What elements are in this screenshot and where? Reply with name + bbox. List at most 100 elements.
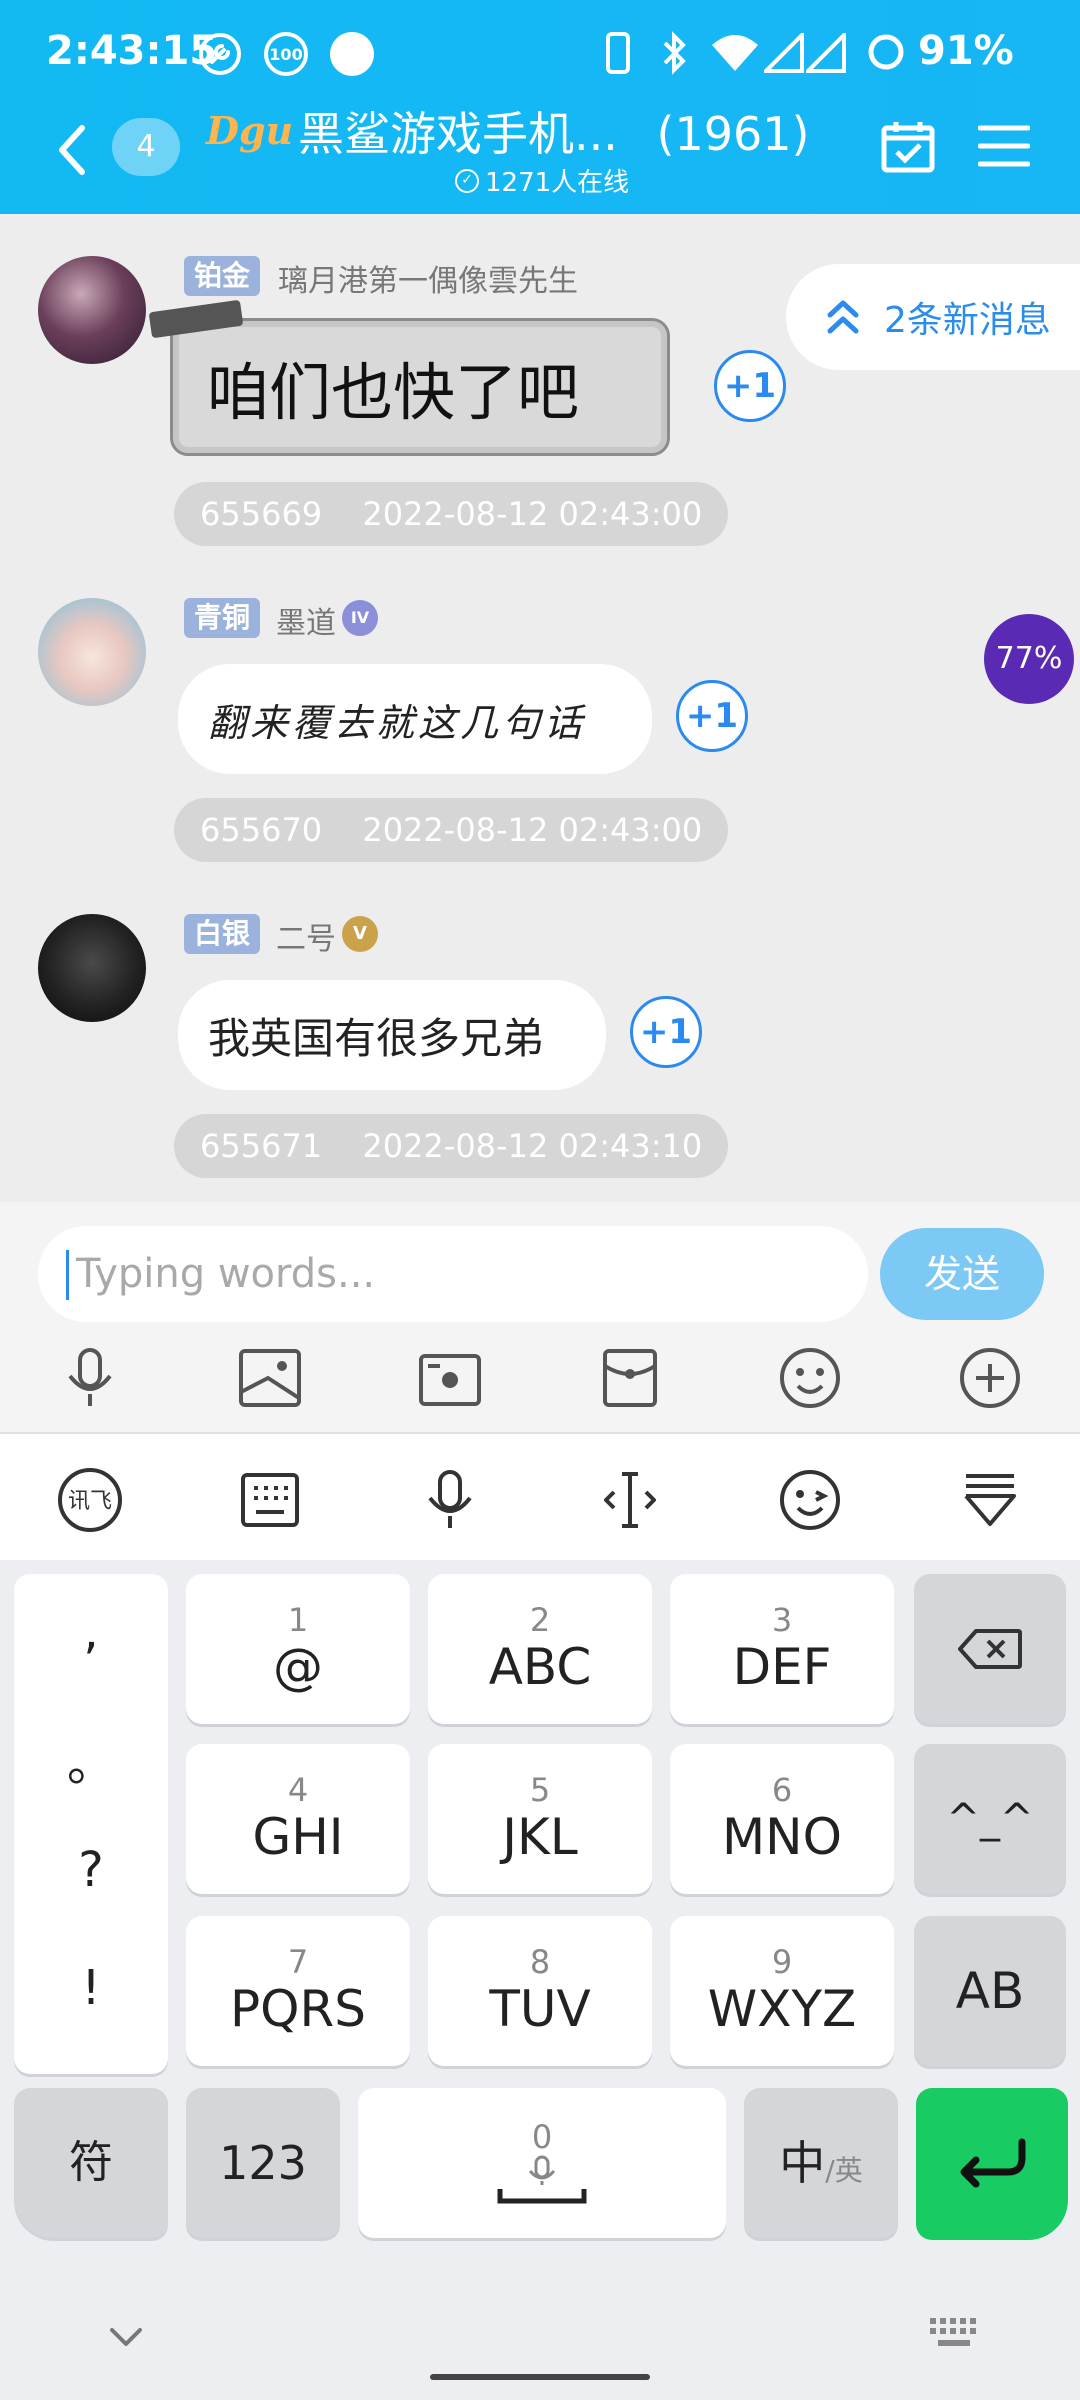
message-text: 咱们也快了吧 [207,356,580,429]
message-id: 655669 [200,495,323,533]
punctuation-column[interactable]: , 。 ? ! [14,1574,168,2074]
key-number: 8 [529,1943,551,1981]
key-label: TUV [489,1980,591,2038]
avatar[interactable] [38,598,146,706]
level-v-icon: V [342,916,378,952]
key-7[interactable]: 7 PQRS [186,1916,410,2066]
add-icon[interactable] [958,1346,1022,1410]
key-8[interactable]: 8 TUV [428,1916,652,2066]
collapse-chevron-down-icon[interactable] [106,2322,146,2352]
message-bubble-decorated[interactable]: 咱们也快了吧 [170,318,670,456]
key-4[interactable]: 4 GHI [186,1744,410,1894]
space-key[interactable]: 0 [358,2088,726,2238]
voice-input-icon[interactable] [416,1466,484,1534]
signal-2-icon [806,30,846,76]
emoticon-key[interactable]: ^_^ [914,1744,1066,1894]
avatar[interactable] [38,256,146,364]
home-indicator[interactable] [430,2374,650,2380]
message-bubble[interactable]: 我英国有很多兄弟 [178,980,606,1090]
battery-percent: 91% [918,28,1014,74]
level-iv-icon: IV [342,600,378,636]
unread-count-badge[interactable]: 4 [112,118,180,176]
menu-icon[interactable] [977,122,1031,170]
punct-exclaim-key[interactable]: ! [14,1960,168,2016]
keyboard-layout-icon[interactable] [236,1466,304,1534]
back-icon[interactable] [52,120,92,180]
bluetooth-icon [656,30,692,76]
image-icon[interactable] [238,1346,302,1410]
online-count: 1271人在线 [485,168,630,198]
key-3[interactable]: 3 DEF [670,1574,894,1724]
microphone-icon[interactable] [58,1346,122,1410]
keyboard-toolbar: 讯飞 [0,1432,1080,1560]
group-title[interactable]: 黑鲨游戏手机... (1961) [298,98,809,164]
signal-1-icon [764,30,804,76]
key-2[interactable]: 2 ABC [428,1574,652,1724]
svg-text:讯飞: 讯飞 [68,1489,112,1514]
punct-comma-key[interactable]: , [14,1604,168,1660]
key-label: WXYZ [707,1980,857,2038]
message-text: 翻来覆去就这几句话 [208,700,587,745]
key-number: 4 [287,1771,309,1809]
wifi-icon [710,30,760,76]
new-messages-label: 2条新消息 [884,300,1051,341]
ab-key[interactable]: AB [914,1916,1066,2066]
message-time: 2022-08-12 02:43:00 [362,811,703,849]
message-text: 我英国有很多兄弟 [208,1013,545,1063]
punct-question-key[interactable]: ? [14,1842,168,1898]
punct-period-key[interactable]: 。 [14,1724,168,1794]
backspace-key[interactable] [914,1574,1066,1724]
enter-icon [960,2138,1026,2188]
plus-one-button[interactable]: +1 [676,680,748,752]
key-number: 5 [529,1771,551,1809]
sender-name[interactable]: 墨道 [276,598,336,642]
keyboard-switch-icon[interactable] [928,2316,980,2352]
key-label: GHI [252,1808,344,1866]
enter-key[interactable] [916,2088,1068,2240]
key-label: PQRS [230,1980,366,2038]
rank-badge: 白银 [184,914,261,954]
cursor-move-icon[interactable] [596,1466,664,1534]
emoticon-icon[interactable] [776,1466,844,1534]
quota-badge-icon: 100 [264,32,308,76]
calendar-check-icon[interactable] [880,118,936,174]
key-number: 1 [287,1601,309,1639]
key-label: JKL [502,1808,578,1866]
message-meta: 655671 2022-08-12 02:43:10 [174,1114,729,1178]
symbol-key[interactable]: 符 [14,2088,168,2238]
input-bar: Typing words... 发送 [0,1202,1080,1432]
language-switch-key[interactable]: 中 /英 [744,2088,898,2238]
plus-one-button[interactable]: +1 [630,996,702,1068]
message-time: 2022-08-12 02:43:10 [362,1127,703,1165]
message-bubble[interactable]: 翻来覆去就这几句话 [178,664,652,774]
status-time: 2:43:15 [46,28,218,74]
key-label: 123 [219,2136,307,2190]
key-label: 符 [69,2137,113,2188]
emoji-icon[interactable] [778,1346,842,1410]
key-9[interactable]: 9 WXYZ [670,1916,894,2066]
text-caret [66,1250,69,1300]
key-5[interactable]: 5 JKL [428,1744,652,1894]
plus-one-button[interactable]: +1 [714,350,786,422]
key-6[interactable]: 6 MNO [670,1744,894,1894]
key-label: ^_^ [946,1796,1034,1842]
progress-indicator[interactable]: 77% [984,614,1074,704]
new-messages-button[interactable]: 2条新消息 [786,264,1080,370]
numeric-key[interactable]: 123 [186,2088,340,2238]
key-label: DEF [732,1638,832,1696]
message-input[interactable]: Typing words... [38,1226,868,1322]
avatar[interactable] [38,914,146,1022]
camera-icon[interactable] [418,1346,482,1410]
ifly-logo-icon[interactable]: 讯飞 [56,1466,124,1534]
key-1[interactable]: 1 @ [186,1574,410,1724]
message-time: 2022-08-12 02:43:00 [362,495,703,533]
hide-keyboard-icon[interactable] [956,1466,1024,1534]
input-placeholder: Typing words... [76,1251,376,1297]
key-number: 7 [287,1943,309,1981]
send-button[interactable]: 发送 [880,1228,1044,1320]
key-number: 2 [529,1601,551,1639]
red-packet-icon[interactable] [598,1346,662,1410]
sender-name[interactable]: 二号 [276,914,336,958]
double-chevron-up-icon [827,300,859,334]
sender-name[interactable]: 璃月港第一偶像雲先生 [278,256,578,300]
